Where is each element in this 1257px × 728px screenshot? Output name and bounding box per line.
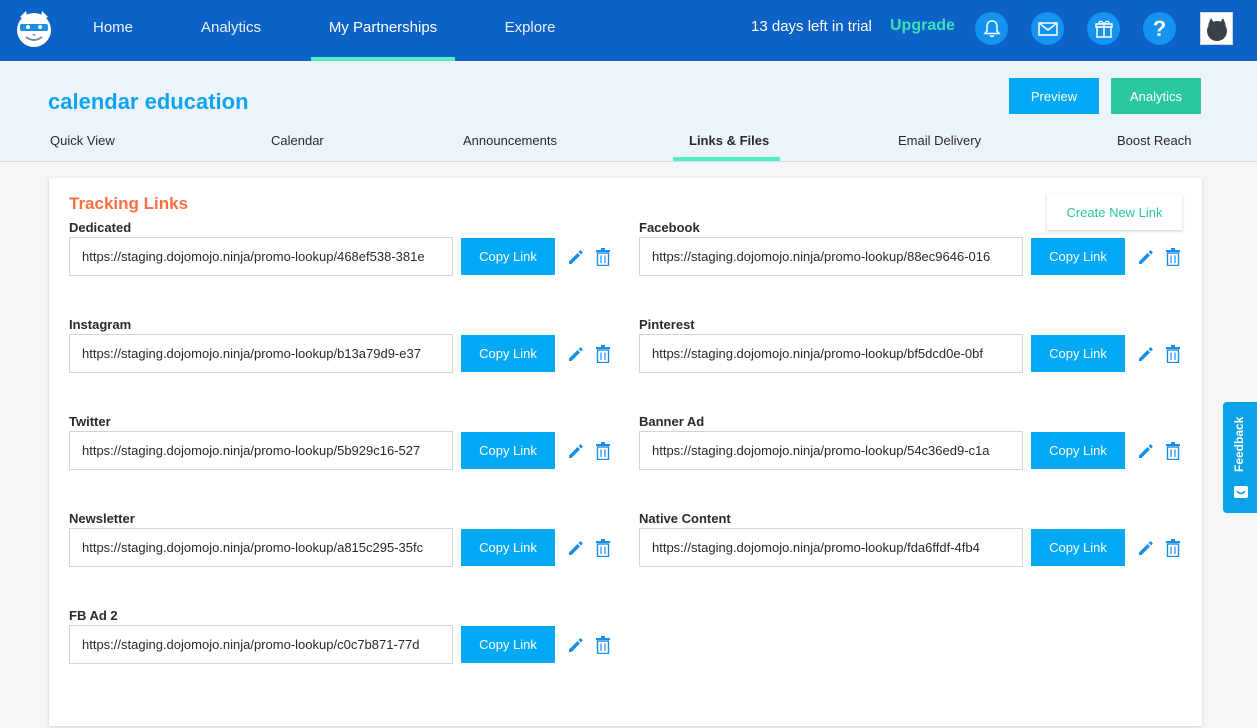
copy-link-button[interactable]: Copy Link xyxy=(461,529,555,566)
pencil-icon[interactable] xyxy=(1137,248,1155,266)
tracking-link-url-field[interactable]: https://staging.dojomojo.ninja/promo-loo… xyxy=(639,334,1023,373)
tracking-link-url-field[interactable]: https://staging.dojomojo.ninja/promo-loo… xyxy=(639,528,1023,567)
tracking-link-url-field[interactable]: https://staging.dojomojo.ninja/promo-loo… xyxy=(69,625,453,664)
tracking-link-label: Dedicated xyxy=(69,220,132,235)
tab-email-delivery[interactable]: Email Delivery xyxy=(898,133,981,148)
trash-icon[interactable] xyxy=(595,442,611,460)
tracking-link-label: Native Content xyxy=(639,511,731,526)
tracking-link-url-field[interactable]: https://staging.dojomojo.ninja/promo-loo… xyxy=(639,431,1023,470)
nav-analytics-label: Analytics xyxy=(200,19,262,36)
copy-link-button[interactable]: Copy Link xyxy=(1031,335,1125,372)
trash-icon[interactable] xyxy=(595,248,611,266)
tracking-link-url-field[interactable]: https://staging.dojomojo.ninja/promo-loo… xyxy=(69,237,453,276)
tracking-link-row: FB Ad 2 https://staging.dojomojo.ninja/pr… xyxy=(69,608,629,698)
tracking-link-label: Banner Ad xyxy=(639,414,705,429)
tracking-link-url-field[interactable]: https://staging.dojomojo.ninja/promo-loo… xyxy=(69,528,453,567)
tracking-link-label: Twitter xyxy=(69,414,111,429)
partnership-header: calendar education Preview Analytics Qui… xyxy=(0,61,1257,162)
tab-active-indicator xyxy=(673,157,780,161)
preview-button[interactable]: Preview xyxy=(1009,78,1099,114)
feedback-label: Feedback xyxy=(1232,416,1246,472)
pencil-icon[interactable] xyxy=(567,248,585,266)
copy-link-button[interactable]: Copy Link xyxy=(461,626,555,663)
notifications-button[interactable] xyxy=(975,12,1008,45)
pencil-icon[interactable] xyxy=(567,345,585,363)
copy-link-button[interactable]: Copy Link xyxy=(1031,238,1125,275)
pencil-icon[interactable] xyxy=(1137,442,1155,460)
tracking-link-url-field[interactable]: https://staging.dojomojo.ninja/promo-loo… xyxy=(69,334,453,373)
tracking-link-label: Facebook xyxy=(639,220,700,235)
feedback-tab[interactable]: Feedback xyxy=(1223,402,1257,513)
tracking-link-row: Native Content https://staging.dojomojo.n… xyxy=(639,511,1199,601)
analytics-button[interactable]: Analytics xyxy=(1111,78,1201,114)
nav-my-partnerships-label: My Partnerships xyxy=(328,19,438,36)
user-avatar-icon xyxy=(1206,17,1227,41)
tracking-links-title: Tracking Links xyxy=(69,194,189,213)
nav-home-label: Home xyxy=(92,19,133,36)
dojomojo-logo-icon[interactable] xyxy=(12,7,56,51)
pencil-icon[interactable] xyxy=(567,539,585,557)
tab-links-files[interactable]: Links & Files xyxy=(689,133,769,148)
trash-icon[interactable] xyxy=(1165,539,1181,557)
tracking-links-card: Tracking Links Create New Link Dedicated… xyxy=(49,178,1202,726)
copy-link-button[interactable]: Copy Link xyxy=(461,335,555,372)
messages-button[interactable] xyxy=(1031,12,1064,45)
copy-link-button[interactable]: Copy Link xyxy=(1031,432,1125,469)
tracking-link-label: FB Ad 2 xyxy=(69,608,118,623)
gifts-button[interactable] xyxy=(1087,12,1120,45)
tracking-link-label: Pinterest xyxy=(639,317,695,332)
page-title: calendar education xyxy=(48,89,249,114)
nav-my-partnerships[interactable]: My Partnerships xyxy=(311,0,455,61)
pencil-icon[interactable] xyxy=(1137,345,1155,363)
copy-link-button[interactable]: Copy Link xyxy=(1031,529,1125,566)
trash-icon[interactable] xyxy=(595,345,611,363)
nav-explore-label: Explore xyxy=(504,19,556,36)
tracking-link-row: Facebook https://staging.dojomojo.ninja/p… xyxy=(639,220,1199,310)
trash-icon[interactable] xyxy=(595,636,611,654)
tracking-link-row: Dedicated https://staging.dojomojo.ninja/… xyxy=(69,220,629,310)
help-icon: ? xyxy=(1152,15,1167,41)
tab-announcements[interactable]: Announcements xyxy=(463,133,557,148)
trash-icon[interactable] xyxy=(1165,442,1181,460)
copy-link-button[interactable]: Copy Link xyxy=(461,238,555,275)
trial-status-text: 13 days left in trial xyxy=(751,18,872,35)
tab-quick-view[interactable]: Quick View xyxy=(50,133,115,148)
bell-icon xyxy=(982,19,1001,37)
tracking-link-row: Pinterest https://staging.dojomojo.ninja/… xyxy=(639,317,1199,407)
trash-icon[interactable] xyxy=(1165,248,1181,266)
top-nav: Home Analytics My Partnerships Explore 1… xyxy=(0,0,1257,61)
tab-boost-reach[interactable]: Boost Reach xyxy=(1117,133,1191,148)
upgrade-link[interactable]: Upgrade xyxy=(890,17,955,35)
pencil-icon[interactable] xyxy=(1137,539,1155,557)
smiley-icon xyxy=(1234,486,1248,498)
tracking-link-label: Newsletter xyxy=(69,511,135,526)
tracking-link-url-field[interactable]: https://staging.dojomojo.ninja/promo-loo… xyxy=(69,431,453,470)
tracking-link-label: Instagram xyxy=(69,317,132,332)
tracking-link-row: Banner Ad https://staging.dojomojo.ninja/… xyxy=(639,414,1199,504)
help-button[interactable]: ? xyxy=(1143,12,1176,45)
pencil-icon[interactable] xyxy=(567,442,585,460)
tracking-link-url-field[interactable]: https://staging.dojomojo.ninja/promo-loo… xyxy=(639,237,1023,276)
copy-link-button[interactable]: Copy Link xyxy=(461,432,555,469)
nav-analytics[interactable]: Analytics xyxy=(193,0,269,61)
nav-explore[interactable]: Explore xyxy=(497,0,563,61)
gift-icon xyxy=(1094,20,1113,38)
trash-icon[interactable] xyxy=(595,539,611,557)
tracking-link-row: Newsletter https://staging.dojomojo.ninja… xyxy=(69,511,629,601)
trash-icon[interactable] xyxy=(1165,345,1181,363)
tracking-link-row: Instagram https://staging.dojomojo.ninja/… xyxy=(69,317,629,407)
avatar[interactable] xyxy=(1200,12,1233,45)
tab-calendar[interactable]: Calendar xyxy=(271,133,324,148)
pencil-icon[interactable] xyxy=(567,636,585,654)
tracking-link-row: Twitter https://staging.dojomojo.ninja/pr… xyxy=(69,414,629,504)
nav-home[interactable]: Home xyxy=(84,0,142,61)
mail-icon xyxy=(1037,21,1058,36)
